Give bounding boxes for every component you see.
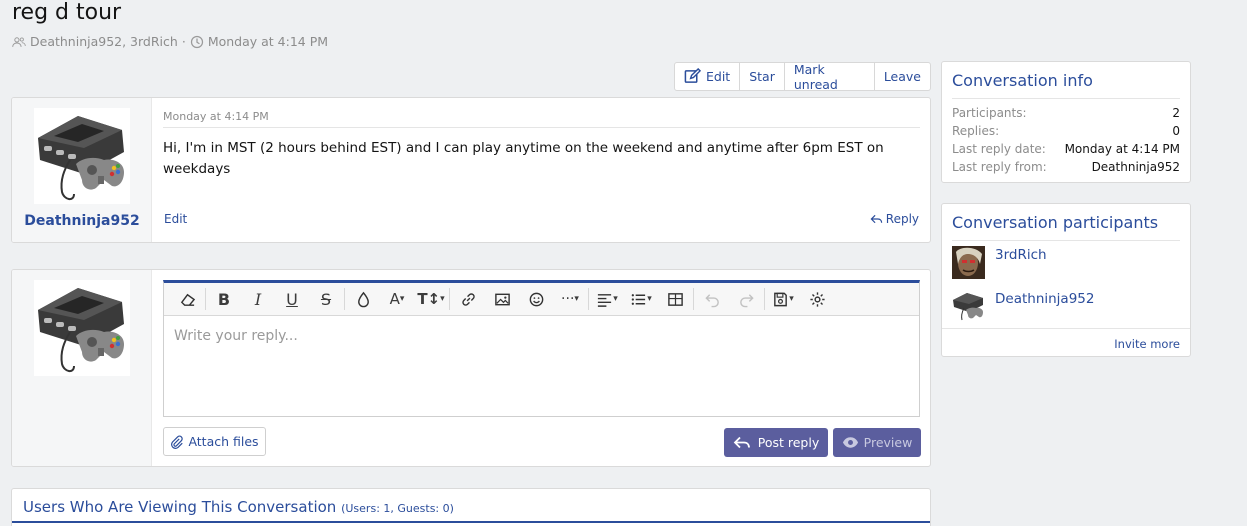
eraser-icon[interactable] [170,284,204,314]
link-icon[interactable] [451,284,485,314]
font-family-icon[interactable]: A ▾ [380,284,414,314]
divider [163,127,920,128]
invite-more-link[interactable]: Invite more [1114,337,1180,351]
info-row-participants: Participants: 2 [952,106,1180,120]
toolbar-separator [344,288,345,310]
avatar[interactable] [34,280,130,376]
toolbar-separator [693,288,694,310]
list-icon[interactable]: ▾ [624,284,658,314]
redo-icon[interactable] [729,284,763,314]
participant-item[interactable]: Deathninja952 [952,290,1094,323]
info-row-replies: Replies: 0 [952,124,1180,138]
undo-icon[interactable] [695,284,729,314]
smilie-icon[interactable] [519,284,553,314]
settings-icon[interactable] [800,284,834,314]
star-button[interactable]: Star [740,63,785,90]
viewing-title: Users Who Are Viewing This Conversation … [23,498,454,516]
edit-icon [684,68,701,83]
page-title: reg d tour [12,0,122,25]
message-edit-link[interactable]: Edit [164,212,187,226]
reply-user-cell [12,270,152,466]
divider [942,328,1190,329]
toolbar-separator [205,288,206,310]
post-reply-button[interactable]: Post reply [724,428,828,457]
viewing-block: Users Who Are Viewing This Conversation … [11,488,931,526]
conversation-info: Conversation info Participants: 2 Replie… [941,61,1191,183]
meta-separator: · [181,34,186,49]
message-date[interactable]: Monday at 4:14 PM [163,110,269,123]
bold-icon[interactable]: B [207,284,241,314]
edit-button[interactable]: Edit [675,63,741,90]
paperclip-icon [171,435,184,449]
toolbar-separator [449,288,450,310]
eye-icon [842,437,858,448]
strikethrough-icon[interactable]: S [309,284,343,314]
attach-files-button[interactable]: Attach files [163,427,266,456]
conversation-actions: Edit Star Mark unread Leave [674,62,931,92]
align-icon[interactable]: ▾ [590,284,624,314]
message-reply-link[interactable]: Reply [870,212,919,226]
thread-date[interactable]: Monday at 4:14 PM [208,34,328,49]
divider [952,98,1180,99]
more-icon[interactable]: ··· ▾ [553,284,587,314]
participant-name[interactable]: Deathninja952 [995,291,1094,307]
conversation-info-title: Conversation info [952,71,1093,90]
font-size-icon[interactable]: T↕ ▾ [414,284,448,314]
toolbar-separator [588,288,589,310]
conversation-participants: Conversation participants 3rdRich Deathn… [941,203,1191,357]
table-icon[interactable] [658,284,692,314]
message-author[interactable]: Deathninja952 [12,213,152,229]
thread-meta: Deathninja952, 3rdRich · Monday at 4:14 … [12,34,328,49]
text-color-icon[interactable] [346,284,380,314]
participant-name[interactable]: 3rdRich [995,247,1047,263]
editor-toolbar: B I U S A ▾ T↕ ▾ ··· ▾ ▾ ▾ ▾ [164,283,919,316]
info-row-last-reply-date: Last reply date: Monday at 4:14 PM [952,142,1180,156]
clock-icon [190,35,203,48]
leave-button[interactable]: Leave [875,63,930,90]
reply-textarea[interactable]: Write your reply... [164,316,919,415]
mark-unread-button[interactable]: Mark unread [785,62,875,92]
drafts-icon[interactable]: ▾ [766,284,800,314]
underline-icon[interactable]: U [275,284,309,314]
message-user-cell: Deathninja952 [12,98,152,242]
users-icon [12,36,26,47]
divider [12,521,930,523]
avatar[interactable] [952,290,985,323]
participants-title: Conversation participants [952,213,1159,232]
message-body: Hi, I'm in MST (2 hours behind EST) and … [163,140,884,177]
message: Deathninja952 Monday at 4:14 PM Hi, I'm … [11,97,931,243]
toolbar-separator [764,288,765,310]
reply-icon [733,436,750,448]
preview-button[interactable]: Preview [833,428,921,457]
info-row-last-reply-from: Last reply from: Deathninja952 [952,160,1180,174]
viewing-counts: (Users: 1, Guests: 0) [341,502,454,515]
participants-text[interactable]: Deathninja952, 3rdRich [30,34,178,49]
participant-item[interactable]: 3rdRich [952,246,1047,279]
avatar[interactable] [34,108,130,204]
image-icon[interactable] [485,284,519,314]
divider [952,240,1180,241]
reply-icon [870,214,882,223]
quick-reply: B I U S A ▾ T↕ ▾ ··· ▾ ▾ ▾ ▾ Write your rep… [11,269,931,467]
rich-text-editor: B I U S A ▾ T↕ ▾ ··· ▾ ▾ ▾ ▾ Write your rep… [163,280,920,417]
italic-icon[interactable]: I [241,284,275,314]
avatar[interactable] [952,246,985,279]
